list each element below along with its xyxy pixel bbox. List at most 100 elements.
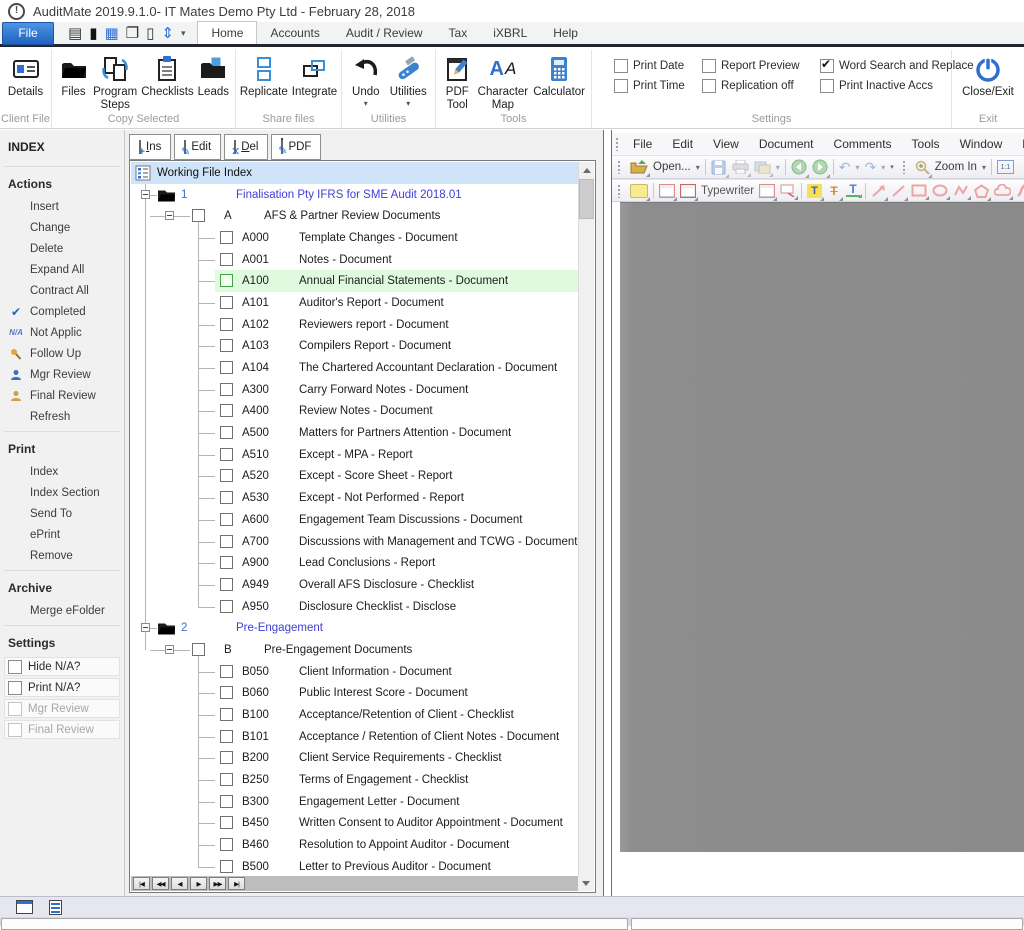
checkbox-icon[interactable]: [820, 57, 834, 73]
utilities-button[interactable]: Utilities ▾: [388, 52, 429, 108]
text-box-icon[interactable]: [659, 183, 677, 201]
undo-viewer-icon[interactable]: ↶: [839, 160, 851, 174]
zoom-in-label[interactable]: Zoom In: [935, 161, 977, 173]
open-dropdown-icon[interactable]: ▾: [696, 163, 700, 172]
tree-checkbox[interactable]: [220, 382, 233, 396]
settings-checkbox-0[interactable]: Print Date: [614, 59, 702, 73]
tree-item-row[interactable]: B200 Client Service Requirements - Checkl…: [131, 747, 578, 770]
viewer-menu-file[interactable]: File: [623, 137, 662, 151]
tree-item-row[interactable]: A001 Notes - Document: [131, 248, 578, 271]
tree-folder-row[interactable]: 2 Pre-Engagement: [131, 617, 578, 640]
sidebar-item-index-section[interactable]: Index Section: [0, 482, 124, 503]
tree-item-row[interactable]: B060 Public Interest Score - Document: [131, 682, 578, 705]
sidebar-checkbox-hide-n-a-[interactable]: Hide N/A?: [4, 657, 120, 676]
sidebar-item-eprint[interactable]: ePrint: [0, 524, 124, 545]
tree-checkbox[interactable]: [220, 859, 233, 873]
rectangle-tool-icon[interactable]: [911, 184, 930, 200]
checkbox-icon[interactable]: [820, 79, 834, 93]
sidebar-item-mgr-review[interactable]: Mgr Review: [0, 364, 124, 385]
highlight-text-icon[interactable]: T: [807, 183, 825, 201]
sidebar-item-follow-up[interactable]: Follow Up: [0, 343, 124, 364]
toolbar-grip-icon[interactable]: [617, 160, 622, 174]
go-back-icon[interactable]: [791, 159, 809, 178]
program-steps-button[interactable]: Program Steps: [93, 52, 137, 111]
viewer-menu-help[interactable]: Help: [1012, 137, 1024, 151]
pdf-document-area[interactable]: [620, 202, 1024, 852]
ellipse-tool-icon[interactable]: [932, 184, 951, 200]
cloud-tool-icon[interactable]: [994, 184, 1014, 200]
export-dropdown-icon[interactable]: ▾: [776, 163, 780, 172]
tree-item-row[interactable]: B250 Terms of Engagement - Checklist: [131, 769, 578, 791]
document-icon[interactable]: ▯: [146, 26, 154, 41]
scroll-up-button[interactable]: [579, 162, 594, 178]
pdf-tool-button[interactable]: PDF Tool: [442, 52, 473, 111]
scrollbar-thumb[interactable]: [579, 179, 594, 219]
tree-item-row[interactable]: A103 Compilers Report - Document: [131, 335, 578, 358]
tree-item-row[interactable]: B100 Acceptance/Retention of Client - Che…: [131, 704, 578, 726]
settings-checkbox-2[interactable]: Report Preview: [702, 59, 820, 73]
window-view-icon[interactable]: [16, 900, 33, 914]
character-map-button[interactable]: A A Character Map: [477, 52, 530, 111]
panel-splitter[interactable]: [603, 130, 612, 896]
tree-toolbar-edit-button[interactable]: ✎ Edit: [174, 134, 222, 160]
open-folder-icon[interactable]: [630, 160, 650, 177]
tree-item-row[interactable]: A400 Review Notes - Document: [131, 400, 578, 423]
file-tab-button[interactable]: File: [2, 21, 54, 45]
checkbox-icon[interactable]: [702, 59, 716, 73]
scroll-down-button[interactable]: [578, 876, 594, 891]
tree-item-row[interactable]: A101 Auditor's Report - Document: [131, 292, 578, 314]
viewer-menu-document[interactable]: Document: [749, 137, 824, 151]
tree-section-row[interactable]: B Pre-Engagement Documents: [131, 639, 578, 661]
line-tool-icon[interactable]: [891, 184, 909, 201]
files-button[interactable]: Files: [58, 52, 89, 99]
tree-item-row[interactable]: A530 Except - Not Performed - Report: [131, 487, 578, 509]
utilities-dropdown-icon[interactable]: ▾: [406, 99, 410, 109]
sidebar-item-contract-all[interactable]: Contract All: [0, 280, 124, 301]
tree-item-row[interactable]: B050 Client Information - Document: [131, 660, 578, 683]
tree-folder-row[interactable]: 1 Finalisation Pty IFRS for SME Audit 201…: [131, 183, 578, 206]
polygon-tool-icon[interactable]: [974, 183, 992, 201]
print-icon[interactable]: [732, 160, 751, 177]
sidebar-item-completed[interactable]: ✔ Completed: [0, 301, 124, 322]
database-icon[interactable]: ▮: [89, 26, 97, 41]
tree-checkbox[interactable]: [220, 252, 233, 266]
leads-button[interactable]: Leads: [198, 52, 229, 99]
zoom-in-icon[interactable]: [915, 160, 932, 178]
toolbar-grip-icon[interactable]: [617, 183, 622, 198]
expand-collapse-icon[interactable]: [165, 644, 174, 654]
callout-arrow-icon[interactable]: [780, 184, 799, 200]
nav-last-button[interactable]: ▶|: [228, 877, 245, 890]
tree-checkbox[interactable]: [220, 599, 233, 613]
nav-first-button[interactable]: |◀: [133, 877, 150, 890]
tree-item-row[interactable]: A950 Disclosure Checklist - Disclose: [131, 595, 578, 618]
viewer-menu-comments[interactable]: Comments: [824, 137, 902, 151]
tree-item-row[interactable]: A949 Overall AFS Disclosure - Checklist: [131, 574, 578, 596]
checkbox-icon[interactable]: [8, 680, 22, 695]
replicate-button[interactable]: Replicate: [240, 52, 288, 99]
tree-checkbox[interactable]: [220, 556, 233, 570]
tree-checkbox[interactable]: [220, 491, 233, 505]
sidebar-item-refresh[interactable]: Refresh: [0, 406, 124, 427]
sidebar-checkbox-print-n-a-[interactable]: Print N/A?: [4, 678, 120, 697]
sidebar-item-final-review[interactable]: Final Review: [0, 385, 124, 406]
sidebar-item-delete[interactable]: Delete: [0, 238, 124, 259]
viewer-menu-view[interactable]: View: [703, 137, 749, 151]
sidebar-item-expand-all[interactable]: Expand All: [0, 259, 124, 280]
checkbox-icon[interactable]: [614, 79, 628, 93]
sidebar-item-send-to[interactable]: Send To: [0, 503, 124, 524]
polyline-tool-icon[interactable]: [953, 184, 972, 200]
settings-checkbox-1[interactable]: Print Time: [614, 79, 702, 93]
sticky-note-icon[interactable]: [630, 183, 650, 201]
tree-checkbox[interactable]: [220, 773, 233, 787]
strikeout-text-icon[interactable]: T: [827, 184, 844, 201]
tree-checkbox[interactable]: [220, 426, 233, 440]
tree-toolbar-ins-button[interactable]: + Ins: [129, 134, 172, 160]
sidebar-item-change[interactable]: Change: [0, 217, 124, 238]
checkbox-icon[interactable]: [614, 59, 628, 73]
sidebar-item-insert[interactable]: Insert: [0, 196, 124, 217]
settings-checkbox-3[interactable]: Replication off: [702, 79, 820, 93]
integrate-button[interactable]: Integrate: [292, 52, 337, 99]
qat-customize-icon[interactable]: ▾: [181, 28, 186, 38]
tree-checkbox[interactable]: [220, 447, 233, 461]
tree-item-row[interactable]: A300 Carry Forward Notes - Document: [131, 378, 578, 401]
